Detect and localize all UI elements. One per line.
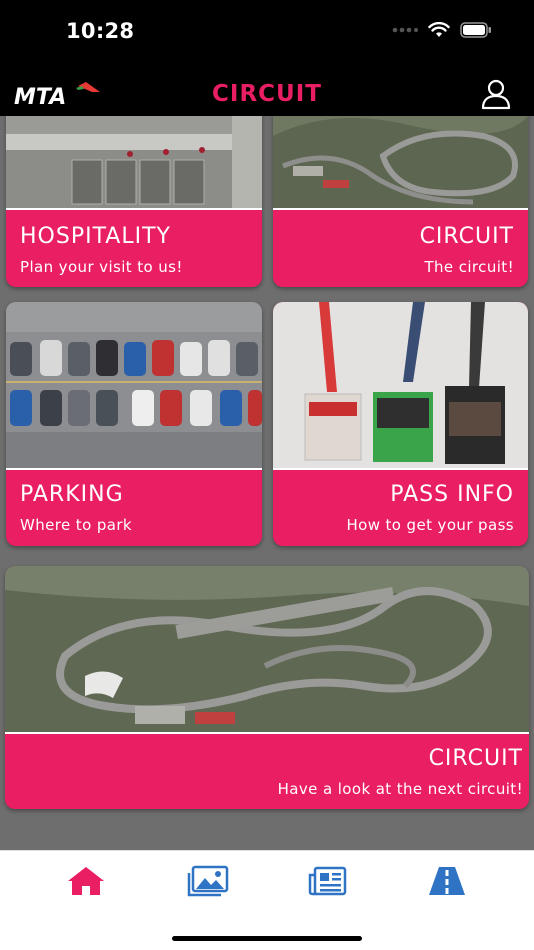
card-divider [273,468,528,470]
card-divider [6,468,262,470]
parking-image [6,302,262,468]
app-header: MTA CIRCUIT [0,70,534,116]
card-title: PARKING [20,482,124,507]
card-next-circuit[interactable]: CIRCUIT Have a look at the next circuit! [5,566,529,809]
card-pass-info[interactable]: PASS INFO How to get your pass [273,302,528,546]
battery-icon [460,22,491,38]
card-subtitle: Have a look at the next circuit! [277,780,523,798]
card-title: CIRCUIT [419,224,514,249]
user-icon [481,79,511,110]
tab-home[interactable] [64,861,108,901]
tab-gallery[interactable] [186,861,230,901]
card-divider [273,208,528,210]
pass-info-image [273,302,528,468]
card-subtitle: Where to park [20,516,132,534]
card-title: PASS INFO [390,482,514,507]
page-title: CIRCUIT [212,81,322,107]
news-icon [308,866,347,896]
card-divider [5,732,529,734]
home-indicator[interactable] [172,936,362,941]
content-area[interactable]: HOSPITALITY Plan your visit to us! CIRCU… [0,116,534,850]
wifi-icon [428,22,450,37]
status-bar: 10:28 [0,0,534,70]
card-subtitle: The circuit! [424,258,514,276]
circuit-image [273,116,528,208]
tab-news[interactable] [305,861,349,901]
hospitality-image [6,116,262,208]
card-subtitle: How to get your pass [346,516,514,534]
card-subtitle: Plan your visit to us! [20,258,183,276]
card-title: CIRCUIT [428,746,523,771]
tab-road[interactable] [425,861,469,901]
status-time: 10:28 [66,19,135,43]
tab-bar [0,850,534,912]
card-hospitality[interactable]: HOSPITALITY Plan your visit to us! [6,116,262,287]
home-indicator-area [0,912,534,950]
card-divider [6,208,262,210]
signal-icon [392,27,418,33]
home-icon [68,867,104,895]
card-title: HOSPITALITY [20,224,171,249]
gallery-icon [187,865,229,897]
card-circuit[interactable]: CIRCUIT The circuit! [273,116,528,287]
profile-button[interactable] [480,78,512,110]
card-parking[interactable]: PARKING Where to park [6,302,262,546]
status-icons [392,22,492,38]
next-circuit-image [5,566,529,732]
road-icon [429,867,465,895]
